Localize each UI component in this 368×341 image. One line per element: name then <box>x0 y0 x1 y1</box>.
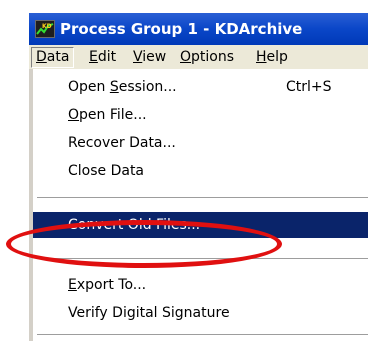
menu-bar: Data Edit View Options Help <box>29 45 368 69</box>
menu-item-export-to-label: Export To... <box>68 277 147 293</box>
menu-item-open-session[interactable]: Open Session... Ctrl+S <box>33 74 368 100</box>
menu-item-close-data-label: Close Data <box>68 163 145 179</box>
menu-item-verify-digital-signature[interactable]: Verify Digital Signature <box>33 300 368 326</box>
window-title: Process Group 1 - KDArchive <box>60 20 303 38</box>
menu-view[interactable]: View <box>133 48 166 67</box>
menu-item-open-session-label: Open Session... <box>68 79 177 95</box>
menu-edit-accel: E <box>89 49 98 65</box>
menu-view-accel: V <box>133 49 143 65</box>
menu-data[interactable]: Data <box>31 47 75 68</box>
menu-options[interactable]: Options <box>180 48 234 67</box>
menu-item-open-file-label: Open File... <box>68 107 147 123</box>
menu-options-label: ptions <box>191 49 235 65</box>
menu-item-export-to[interactable]: Export To... <box>33 272 368 298</box>
menu-separator <box>37 197 368 199</box>
menu-item-recover-data[interactable]: Recover Data... <box>33 130 368 156</box>
menu-separator <box>37 334 368 336</box>
data-menu-dropdown: Open Session... Ctrl+S Open File... Reco… <box>29 69 368 341</box>
menu-help-accel: H <box>256 49 267 65</box>
red-highlight-ellipse <box>6 220 282 268</box>
menu-view-label: iew <box>142 49 167 65</box>
title-bar: KD Process Group 1 - KDArchive <box>29 13 368 45</box>
kdarchive-window: KD Process Group 1 - KDArchive Data Edit… <box>29 13 368 341</box>
menu-edit[interactable]: Edit <box>89 48 116 67</box>
menu-edit-label: dit <box>97 49 117 65</box>
menu-item-open-file[interactable]: Open File... <box>33 102 368 128</box>
menu-options-accel: O <box>180 49 192 65</box>
menu-item-close-data[interactable]: Close Data <box>33 158 368 184</box>
menu-item-verify-signature-label: Verify Digital Signature <box>68 305 230 321</box>
menu-data-label: ata <box>46 49 70 65</box>
shortcut-ctrl-s: Ctrl+S <box>286 79 332 95</box>
menu-data-accel: D <box>36 49 47 65</box>
menu-item-recover-data-label: Recover Data... <box>68 135 176 151</box>
svg-text:KD: KD <box>42 23 52 30</box>
kd-app-icon: KD <box>35 20 55 38</box>
menu-help-label: elp <box>266 49 288 65</box>
menu-help[interactable]: Help <box>256 48 288 67</box>
